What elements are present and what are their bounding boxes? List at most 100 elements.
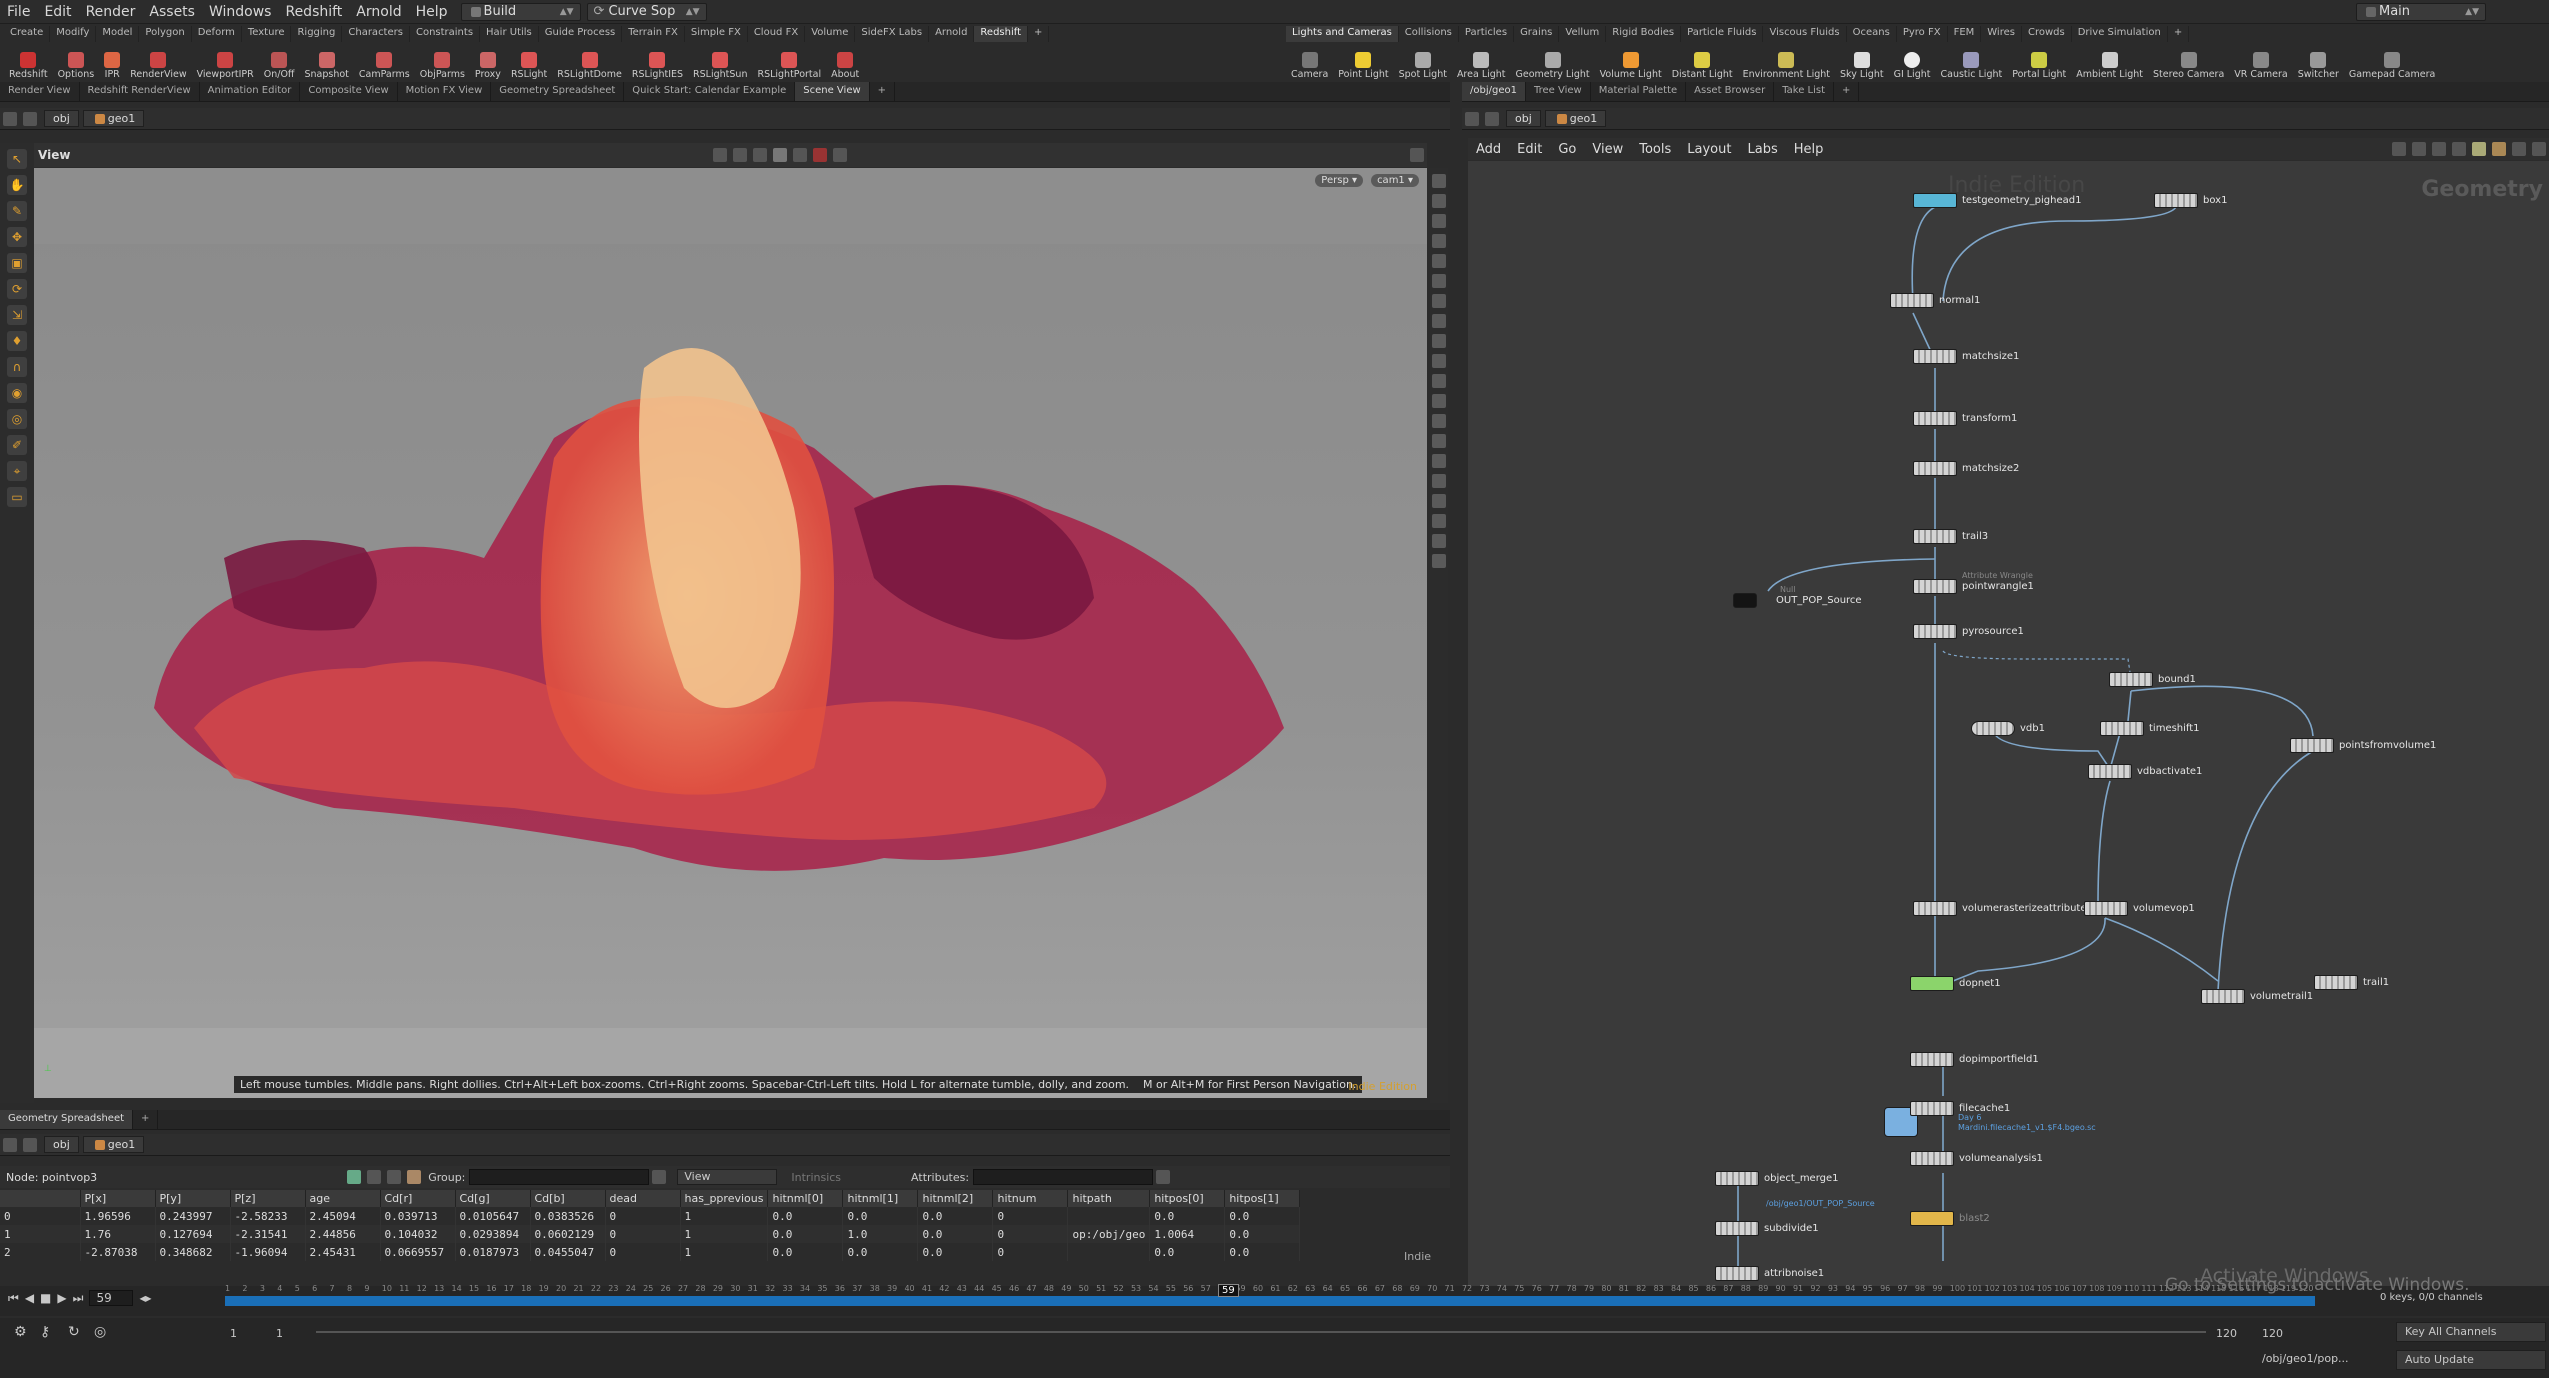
- table-icon[interactable]: [2452, 142, 2466, 156]
- display-option-icon[interactable]: [1432, 254, 1446, 268]
- display-option-icon[interactable]: [1432, 234, 1446, 248]
- go-to-start-icon[interactable]: ⏮: [8, 1291, 19, 1306]
- tool-redshift[interactable]: Redshift: [4, 44, 53, 80]
- shelf-tab-particle-fluids[interactable]: Particle Fluids: [1681, 26, 1764, 42]
- brush-icon[interactable]: ✎: [7, 201, 27, 221]
- tab-tree-view[interactable]: Tree View: [1526, 82, 1591, 101]
- tool-rslightsun[interactable]: RSLightSun: [688, 44, 752, 80]
- folder-icon[interactable]: [2492, 142, 2506, 156]
- scale-icon[interactable]: ⇲: [7, 305, 27, 325]
- tab-obj-geo1[interactable]: /obj/geo1: [1462, 82, 1526, 101]
- range-slider[interactable]: [316, 1331, 2206, 1333]
- add-tab-icon[interactable]: +: [870, 82, 896, 101]
- net-menu-help[interactable]: Help: [1786, 142, 1832, 157]
- node-dopnet1[interactable]: dopnet1: [1910, 976, 2001, 991]
- node-pointsfromvolume1[interactable]: pointsfromvolume1: [2290, 738, 2436, 753]
- column-header[interactable]: P[z]: [230, 1190, 306, 1207]
- column-header[interactable]: hitpos[0]: [1149, 1190, 1226, 1207]
- display-option-icon[interactable]: [1432, 194, 1446, 208]
- context-dropdown[interactable]: ⟳ Curve Sop ▲▼: [586, 2, 707, 21]
- tool-camparms[interactable]: CamParms: [354, 44, 415, 80]
- node-object-merge1[interactable]: object_merge1: [1715, 1171, 1839, 1186]
- node-bound1[interactable]: bound1: [2109, 672, 2196, 687]
- node-attribnoise1[interactable]: attribnoise1: [1715, 1266, 1824, 1281]
- primitives-icon[interactable]: [387, 1170, 402, 1184]
- camera-dropdown[interactable]: cam1 ▾: [1371, 174, 1419, 187]
- audio-icon[interactable]: ⚙: [14, 1324, 27, 1340]
- net-menu-tools[interactable]: Tools: [1631, 142, 1679, 157]
- display-option-icon[interactable]: [1432, 274, 1446, 288]
- table-row[interactable]: 0 1.96596 0.243997 -2.58233 2.45094 0.039713 0…: [0, 1207, 1301, 1225]
- display-option-icon[interactable]: [1432, 294, 1446, 308]
- add-shelf-tab-icon[interactable]: +: [1028, 26, 1050, 42]
- menu-assets[interactable]: Assets: [142, 4, 202, 20]
- column-header[interactable]: Cd[r]: [380, 1190, 456, 1207]
- tab-render-view[interactable]: Render View: [0, 82, 80, 101]
- menu-render[interactable]: Render: [79, 4, 143, 20]
- stop-icon[interactable]: ■: [40, 1291, 51, 1305]
- paint-icon[interactable]: ✐: [7, 435, 27, 455]
- column-header[interactable]: hitpath: [1067, 1190, 1151, 1207]
- points-icon[interactable]: [347, 1170, 362, 1184]
- node-out-pop-source[interactable]: OUT_POP_Source: [1733, 593, 1862, 608]
- menu-edit[interactable]: Edit: [37, 4, 78, 20]
- node-volumevop1[interactable]: volumevop1: [2084, 901, 2195, 916]
- back-icon[interactable]: [3, 111, 17, 126]
- column-header[interactable]: hitnml[0]: [767, 1190, 844, 1207]
- end-frame-2[interactable]: 120: [2262, 1327, 2283, 1340]
- column-header[interactable]: age: [305, 1190, 381, 1207]
- tool-camera[interactable]: Camera: [1286, 44, 1333, 80]
- node-subdivide1[interactable]: subdivide1: [1715, 1221, 1819, 1236]
- node-volumeanalysis1[interactable]: volumeanalysis1: [1910, 1151, 2043, 1166]
- view-tool-icon[interactable]: ◉: [7, 383, 27, 403]
- display-option-icon[interactable]: [1432, 414, 1446, 428]
- desktop-dropdown[interactable]: Build ▲▼: [460, 2, 581, 21]
- tool-renderview[interactable]: RenderView: [125, 44, 191, 80]
- node-vdbactivate1[interactable]: vdbactivate1: [2088, 764, 2202, 779]
- path-obj[interactable]: obj: [44, 1136, 79, 1153]
- start-frame[interactable]: 1: [230, 1327, 237, 1340]
- magnet-icon[interactable]: ∩: [7, 357, 27, 377]
- shelf-tab-grains[interactable]: Grains: [1514, 26, 1560, 42]
- node-testgeometry[interactable]: testgeometry_pighead1: [1913, 193, 2081, 208]
- display-option-icon[interactable]: [1432, 354, 1446, 368]
- tool-geometry-light[interactable]: Geometry Light: [1511, 44, 1595, 80]
- camera-snapshot-icon[interactable]: [833, 148, 847, 162]
- display-option-icon[interactable]: [1432, 534, 1446, 548]
- net-menu-go[interactable]: Go: [1550, 142, 1584, 157]
- lock-icon[interactable]: ▣: [7, 253, 27, 273]
- column-header[interactable]: has_pprevious: [680, 1190, 769, 1207]
- tool-volume-light[interactable]: Volume Light: [1595, 44, 1667, 80]
- path-geo[interactable]: geo1: [1544, 110, 1607, 127]
- display-option-icon[interactable]: [1432, 514, 1446, 528]
- render-icon[interactable]: [793, 148, 807, 162]
- column-header[interactable]: hitnum: [992, 1190, 1069, 1207]
- network-editor[interactable]: Indie Edition Geometry testgeometry_pigh…: [1468, 161, 2549, 1286]
- tool-gamepad-camera[interactable]: Gamepad Camera: [2344, 44, 2440, 80]
- main-dropdown[interactable]: Main ▲▼: [2356, 2, 2486, 21]
- go-to-end-icon[interactable]: ⏭: [73, 1291, 84, 1306]
- node-volumetrail1[interactable]: volumetrail1: [2201, 989, 2313, 1004]
- column-header[interactable]: hitnml[1]: [842, 1190, 919, 1207]
- tab-take-list[interactable]: Take List: [1774, 82, 1835, 101]
- snap-grid-icon[interactable]: [733, 148, 747, 162]
- tool-rslightportal[interactable]: RSLightPortal: [752, 44, 826, 80]
- node-dopimportfield1[interactable]: dopimportfield1: [1910, 1052, 2039, 1067]
- display-icon[interactable]: [773, 148, 787, 162]
- add-tab-icon[interactable]: +: [133, 1110, 159, 1129]
- node-matchsize2[interactable]: matchsize2: [1913, 461, 2019, 476]
- loop-icon[interactable]: ↻: [68, 1324, 80, 1340]
- net-menu-layout[interactable]: Layout: [1679, 142, 1739, 157]
- tool-vr-camera[interactable]: VR Camera: [2229, 44, 2292, 80]
- column-header[interactable]: P[x]: [80, 1190, 156, 1207]
- node-transform1[interactable]: transform1: [1913, 411, 2017, 426]
- shelf-tab-characters[interactable]: Characters: [342, 26, 410, 42]
- net-menu-view[interactable]: View: [1584, 142, 1631, 157]
- shelf-tab-pyro-fx[interactable]: Pyro FX: [1897, 26, 1948, 42]
- display-option-icon[interactable]: [1432, 394, 1446, 408]
- tab-animation-editor[interactable]: Animation Editor: [200, 82, 301, 101]
- record-icon[interactable]: [813, 148, 827, 162]
- pin-icon[interactable]: [1410, 148, 1424, 162]
- shelf-tab-simple-fx[interactable]: Simple FX: [685, 26, 748, 42]
- tool-onoff[interactable]: On/Off: [259, 44, 300, 80]
